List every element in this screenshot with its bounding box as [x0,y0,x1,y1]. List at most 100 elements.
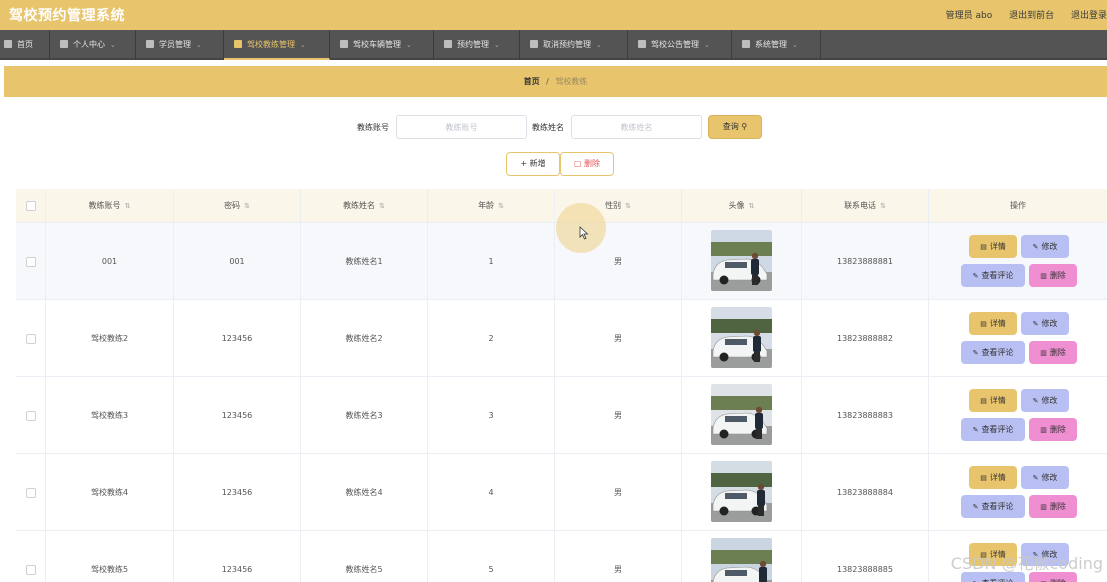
detail-button[interactable]: ▤ 详情 [969,312,1017,335]
sort-icon: ⇅ [244,202,250,210]
chevron-down-icon: ⌄ [110,41,116,49]
nav-item-booking-management[interactable]: 预约管理 ⌄ [434,30,520,60]
row-select-cell [16,300,46,377]
app-title: 驾校预约管理系统 [9,8,125,24]
nav-item-personal-center[interactable]: 个人中心 ⌄ [50,30,136,60]
settings-icon [742,40,750,48]
batch-delete-button[interactable]: ▢ 删除 [560,152,614,176]
chevron-down-icon: ⌄ [704,41,710,49]
mouse-cursor-icon [579,226,589,240]
detail-button[interactable]: ▤ 详情 [969,235,1017,258]
cell-name: 教练姓名4 [301,454,428,531]
pencil-icon: ✎ [1032,474,1039,482]
row-select-cell [16,531,46,582]
view-reviews-button[interactable]: ✎查看评论 [961,264,1025,287]
coach-avatar-image [711,307,772,368]
column-header-avatar: 头像 ⇅ [682,189,802,223]
nav-item-student-management[interactable]: 学员管理 ⌄ [136,30,224,60]
pencil-icon: ✎ [973,573,979,582]
coach-table: 教练账号 ⇅ 密码 ⇅ 教练姓名 ⇅ 年龄 ⇅ 性别 ⇅ 头像 ⇅ 联系电话 ⇅ 操作 001… [16,189,1107,582]
nav-item-coach-management[interactable]: 驾校教练管理 ⌄ [224,30,330,60]
cell-name: 教练姓名1 [301,223,428,300]
nav-item-notice-management[interactable]: 驾校公告管理 ⌄ [628,30,732,60]
pencil-icon: ✎ [1032,320,1039,328]
edit-button[interactable]: ✎ 修改 [1021,466,1069,489]
cell-gender: 男 [555,454,682,531]
coach-account-input[interactable] [396,115,527,139]
column-header-account[interactable]: 教练账号 ⇅ [46,189,174,223]
detail-button[interactable]: ▤ 详情 [969,389,1017,412]
row-delete-button[interactable]: ▥删除 [1029,495,1077,518]
cell-password: 123456 [174,531,301,582]
cell-account: 驾校教练3 [46,377,174,454]
cell-age: 2 [428,300,555,377]
coach-avatar-image [711,230,772,291]
row-select-cell [16,223,46,300]
cell-phone: 13823888881 [802,223,929,300]
car-icon [340,40,348,48]
row-delete-button[interactable]: ▥删除 [1029,264,1077,287]
cell-operations [929,377,1107,454]
column-header-password[interactable]: 密码 ⇅ [174,189,301,223]
nav-item-system-management[interactable]: 系统管理 ⌄ [732,30,821,60]
table-row[interactable]: 驾校教练5123456教练姓名55男13823888885▤详情✎修改✎查看评论… [16,531,1107,582]
breadcrumb-home[interactable]: 首页 [524,77,540,86]
view-reviews-button[interactable]: ✎查看评论 [961,418,1025,441]
column-header-age[interactable]: 年龄 ⇅ [428,189,555,223]
nav-item-vehicle-management[interactable]: 驾校车辆管理 ⌄ [330,30,434,60]
nav-item-cancel-booking-management[interactable]: 取消预约管理 ⌄ [520,30,628,60]
chevron-down-icon: ⌄ [406,41,412,49]
edit-button[interactable]: ✎ 修改 [1021,312,1069,335]
trash-icon: ▥ [1040,503,1047,511]
query-button[interactable]: 查询 ⚲ [708,115,762,139]
trash-icon: ▥ [1040,573,1047,582]
cell-gender: 男 [555,531,682,582]
sort-icon: ⇅ [748,202,755,210]
cell-password: 123456 [174,454,301,531]
row-checkbox[interactable] [25,333,36,344]
search-icon: ⚲ [741,122,748,131]
nav-item-home[interactable]: 首页 [0,30,50,60]
table-row[interactable]: 驾校教练2 123456 教练姓名2 2 男 13823888882 ▤ 详情 ✎ 修改 ✎ 查看评论… [16,300,1107,377]
cell-password: 001 [174,223,301,300]
cell-name: 教练姓名3 [301,377,428,454]
home-icon [4,40,12,48]
table-row[interactable]: 驾校教练3 123456 教练姓名3 3 男 13823888883 ▤ 详情 ✎ 修改 ✎ 查看评论… [16,377,1107,454]
view-reviews-button[interactable]: ✎查看评论 [961,495,1025,518]
column-header-phone[interactable]: 联系电话 ⇅ [802,189,929,223]
row-checkbox[interactable] [25,487,36,498]
row-delete-button[interactable]: ▥删除 [1029,418,1077,441]
chevron-down-icon: ⌄ [300,41,306,49]
add-button[interactable]: + 新增 [506,152,560,176]
edit-button[interactable]: ✎ 修改 [1021,389,1069,412]
row-checkbox[interactable] [25,256,36,267]
detail-button[interactable]: ▤ 详情 [969,466,1017,489]
trash-icon: ▥ [1040,349,1047,357]
user-icon [60,40,68,48]
select-all-checkbox[interactable] [25,200,36,211]
notice-icon [638,40,646,48]
view-reviews-button[interactable]: ✎查看评论 [961,341,1025,364]
row-checkbox[interactable] [25,564,36,575]
row-checkbox[interactable] [25,410,36,421]
pencil-icon: ✎ [972,426,979,434]
edit-button[interactable]: ✎ 修改 [1021,235,1069,258]
sort-icon: ⇅ [124,202,131,210]
cell-account: 001 [46,223,174,300]
to-front-link[interactable]: 退出到前台 [1009,11,1054,21]
cell-age: 5 [428,531,555,582]
row-delete-button[interactable]: ▥删除 [1029,341,1077,364]
chevron-down-icon: ⌄ [792,41,798,49]
table-row[interactable]: 驾校教练4 123456 教练姓名4 4 男 13823888884 ▤ 详情 ✎ 修改 ✎ 查看评论… [16,454,1107,531]
photo-illustration [711,307,772,368]
logout-link[interactable]: 退出登录 [1071,11,1107,21]
main-nav: 首页 个人中心 ⌄ 学员管理 ⌄ 驾校教练管理 ⌄ 驾校车辆管理 ⌄ 预约管理 ⌄ 取消预… [0,30,1107,60]
flag-icon [234,40,242,48]
cell-phone: 13823888885 [802,531,929,582]
column-header-name[interactable]: 教练姓名 ⇅ [301,189,428,223]
pencil-icon: ✎ [972,272,979,280]
pencil-icon: ✎ [1032,397,1039,405]
top-bar: 驾校预约管理系统 管理员 abo 退出到前台 退出登录 [0,0,1107,30]
cell-operations [929,300,1107,377]
coach-name-input[interactable] [571,115,702,139]
